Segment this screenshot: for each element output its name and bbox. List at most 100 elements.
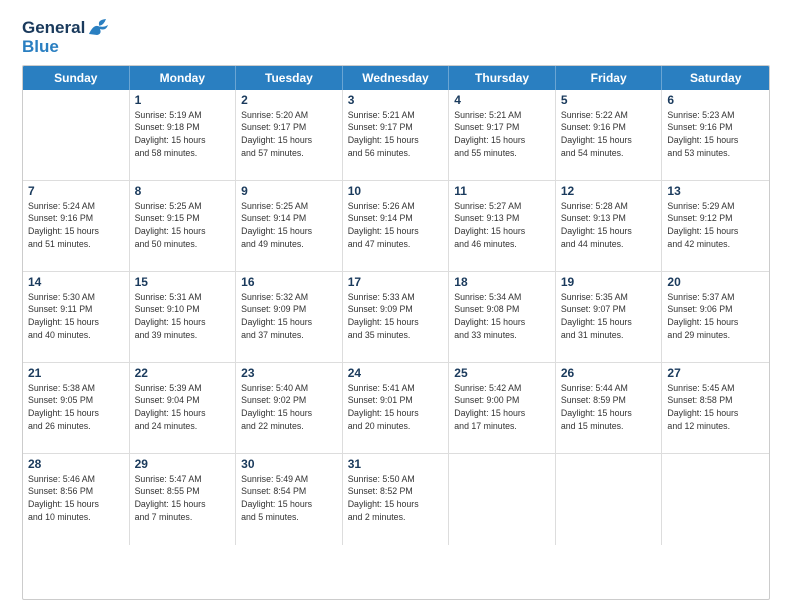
calendar-cell-30: 30 Sunrise: 5:49 AMSunset: 8:54 PMDayligh… [236,454,343,545]
day-number: 4 [454,93,550,107]
day-number: 8 [135,184,231,198]
day-number: 28 [28,457,124,471]
cell-info: Sunrise: 5:42 AMSunset: 9:00 PMDaylight:… [454,382,550,433]
calendar-cell-empty [556,454,663,545]
cell-info: Sunrise: 5:34 AMSunset: 9:08 PMDaylight:… [454,291,550,342]
day-number: 23 [241,366,337,380]
cell-info: Sunrise: 5:50 AMSunset: 8:52 PMDaylight:… [348,473,444,524]
day-number: 11 [454,184,550,198]
cell-info: Sunrise: 5:47 AMSunset: 8:55 PMDaylight:… [135,473,231,524]
calendar-cell-10: 10 Sunrise: 5:26 AMSunset: 9:14 PMDayligh… [343,181,450,271]
calendar-cell-28: 28 Sunrise: 5:46 AMSunset: 8:56 PMDayligh… [23,454,130,545]
day-number: 6 [667,93,764,107]
cell-info: Sunrise: 5:35 AMSunset: 9:07 PMDaylight:… [561,291,657,342]
logo-row2: Blue [22,38,111,57]
header-day-friday: Friday [556,66,663,90]
calendar-cell-26: 26 Sunrise: 5:44 AMSunset: 8:59 PMDayligh… [556,363,663,453]
calendar-cell-8: 8 Sunrise: 5:25 AMSunset: 9:15 PMDaylight… [130,181,237,271]
cell-info: Sunrise: 5:37 AMSunset: 9:06 PMDaylight:… [667,291,764,342]
day-number: 26 [561,366,657,380]
day-number: 21 [28,366,124,380]
day-number: 31 [348,457,444,471]
calendar-cell-21: 21 Sunrise: 5:38 AMSunset: 9:05 PMDayligh… [23,363,130,453]
logo-wrapper: GeneralBlue [22,18,111,57]
header: GeneralBlue [22,18,770,57]
header-day-thursday: Thursday [449,66,556,90]
calendar-cell-11: 11 Sunrise: 5:27 AMSunset: 9:13 PMDayligh… [449,181,556,271]
cell-info: Sunrise: 5:24 AMSunset: 9:16 PMDaylight:… [28,200,124,251]
calendar-cell-empty [23,90,130,180]
day-number: 27 [667,366,764,380]
logo-row1: General [22,18,111,38]
calendar-cell-empty [449,454,556,545]
day-number: 17 [348,275,444,289]
day-number: 1 [135,93,231,107]
calendar-cell-18: 18 Sunrise: 5:34 AMSunset: 9:08 PMDayligh… [449,272,556,362]
cell-info: Sunrise: 5:33 AMSunset: 9:09 PMDaylight:… [348,291,444,342]
day-number: 14 [28,275,124,289]
cell-info: Sunrise: 5:46 AMSunset: 8:56 PMDaylight:… [28,473,124,524]
calendar-body: 1 Sunrise: 5:19 AMSunset: 9:18 PMDaylight… [23,90,769,545]
cell-info: Sunrise: 5:23 AMSunset: 9:16 PMDaylight:… [667,109,764,160]
calendar-row-4: 28 Sunrise: 5:46 AMSunset: 8:56 PMDayligh… [23,454,769,545]
calendar-cell-27: 27Sunrise: 5:45 AMSunset: 8:58 PMDayligh… [662,363,769,453]
cell-info: Sunrise: 5:25 AMSunset: 9:14 PMDaylight:… [241,200,337,251]
calendar-cell-7: 7 Sunrise: 5:24 AMSunset: 9:16 PMDaylight… [23,181,130,271]
calendar-cell-12: 12 Sunrise: 5:28 AMSunset: 9:13 PMDayligh… [556,181,663,271]
calendar-row-0: 1 Sunrise: 5:19 AMSunset: 9:18 PMDaylight… [23,90,769,181]
calendar-cell-24: 24Sunrise: 5:41 AMSunset: 9:01 PMDayligh… [343,363,450,453]
calendar-row-2: 14 Sunrise: 5:30 AMSunset: 9:11 PMDayligh… [23,272,769,363]
calendar-cell-4: 4 Sunrise: 5:21 AMSunset: 9:17 PMDaylight… [449,90,556,180]
calendar-cell-31: 31 Sunrise: 5:50 AMSunset: 8:52 PMDayligh… [343,454,450,545]
day-number: 24 [348,366,444,380]
logo-general-span: General [22,19,85,38]
day-number: 12 [561,184,657,198]
calendar-cell-16: 16Sunrise: 5:32 AMSunset: 9:09 PMDayligh… [236,272,343,362]
cell-info: Sunrise: 5:44 AMSunset: 8:59 PMDaylight:… [561,382,657,433]
cell-info: Sunrise: 5:29 AMSunset: 9:12 PMDaylight:… [667,200,764,251]
logo-blue-span: Blue [22,37,59,56]
cell-info: Sunrise: 5:30 AMSunset: 9:11 PMDaylight:… [28,291,124,342]
cell-info: Sunrise: 5:26 AMSunset: 9:14 PMDaylight:… [348,200,444,251]
cell-info: Sunrise: 5:27 AMSunset: 9:13 PMDaylight:… [454,200,550,251]
day-number: 9 [241,184,337,198]
cell-info: Sunrise: 5:38 AMSunset: 9:05 PMDaylight:… [28,382,124,433]
logo-bird-icon [87,18,111,38]
cell-info: Sunrise: 5:21 AMSunset: 9:17 PMDaylight:… [454,109,550,160]
calendar-cell-29: 29Sunrise: 5:47 AMSunset: 8:55 PMDayligh… [130,454,237,545]
cell-info: Sunrise: 5:19 AMSunset: 9:18 PMDaylight:… [135,109,231,160]
calendar-cell-13: 13 Sunrise: 5:29 AMSunset: 9:12 PMDayligh… [662,181,769,271]
day-number: 16 [241,275,337,289]
calendar-cell-25: 25Sunrise: 5:42 AMSunset: 9:00 PMDayligh… [449,363,556,453]
calendar-cell-19: 19Sunrise: 5:35 AMSunset: 9:07 PMDayligh… [556,272,663,362]
calendar-cell-14: 14 Sunrise: 5:30 AMSunset: 9:11 PMDayligh… [23,272,130,362]
calendar: SundayMondayTuesdayWednesdayThursdayFrid… [22,65,770,600]
day-number: 18 [454,275,550,289]
calendar-cell-6: 6 Sunrise: 5:23 AMSunset: 9:16 PMDaylight… [662,90,769,180]
cell-info: Sunrise: 5:22 AMSunset: 9:16 PMDaylight:… [561,109,657,160]
calendar-row-1: 7 Sunrise: 5:24 AMSunset: 9:16 PMDaylight… [23,181,769,272]
header-day-tuesday: Tuesday [236,66,343,90]
day-number: 30 [241,457,337,471]
day-number: 20 [667,275,764,289]
cell-info: Sunrise: 5:49 AMSunset: 8:54 PMDaylight:… [241,473,337,524]
day-number: 22 [135,366,231,380]
cell-info: Sunrise: 5:21 AMSunset: 9:17 PMDaylight:… [348,109,444,160]
day-number: 10 [348,184,444,198]
cell-info: Sunrise: 5:20 AMSunset: 9:17 PMDaylight:… [241,109,337,160]
calendar-cell-2: 2 Sunrise: 5:20 AMSunset: 9:17 PMDaylight… [236,90,343,180]
day-number: 7 [28,184,124,198]
cell-info: Sunrise: 5:31 AMSunset: 9:10 PMDaylight:… [135,291,231,342]
day-number: 15 [135,275,231,289]
cell-info: Sunrise: 5:28 AMSunset: 9:13 PMDaylight:… [561,200,657,251]
day-number: 2 [241,93,337,107]
logo: GeneralBlue [22,18,111,57]
day-number: 13 [667,184,764,198]
calendar-cell-17: 17 Sunrise: 5:33 AMSunset: 9:09 PMDayligh… [343,272,450,362]
header-day-sunday: Sunday [23,66,130,90]
calendar-cell-23: 23Sunrise: 5:40 AMSunset: 9:02 PMDayligh… [236,363,343,453]
header-day-wednesday: Wednesday [343,66,450,90]
header-day-saturday: Saturday [662,66,769,90]
calendar-cell-empty [662,454,769,545]
cell-info: Sunrise: 5:25 AMSunset: 9:15 PMDaylight:… [135,200,231,251]
